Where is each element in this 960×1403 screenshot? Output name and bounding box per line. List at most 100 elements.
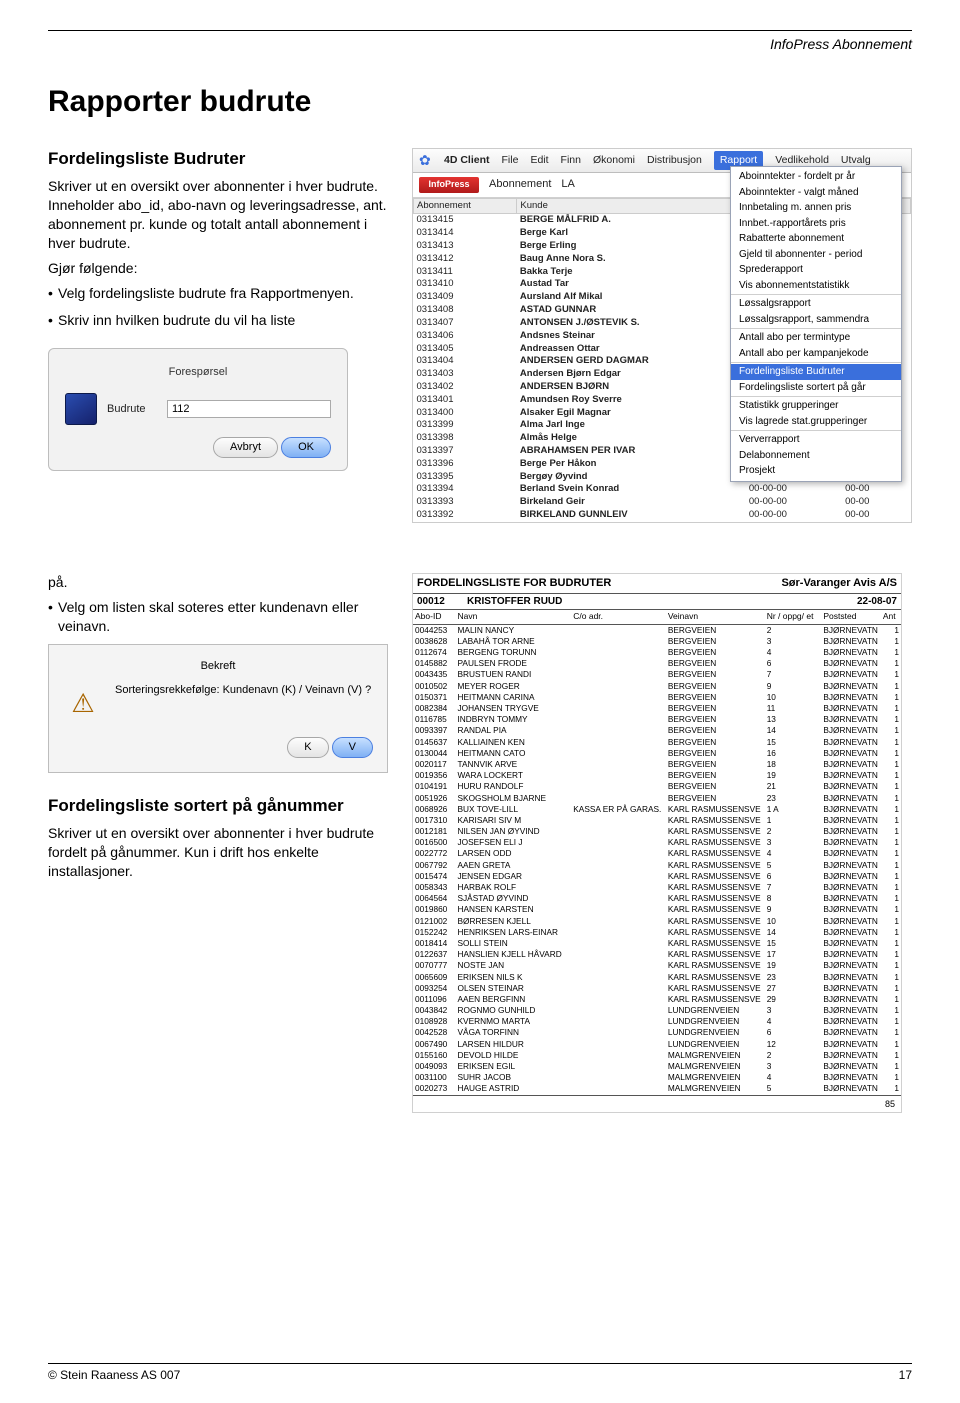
cancel-button[interactable]: Avbryt: [213, 437, 278, 458]
page-footer: © Stein Raaness AS 007 17: [48, 1363, 912, 1383]
column-header[interactable]: Abonnement: [414, 198, 517, 214]
confirm-dialog: Bekreft ⚠ Sorteringsrekkefølge: Kundenav…: [48, 644, 388, 774]
table-row: 0058343HARBAK ROLFKARL RASMUSSENSVE7BJØR…: [413, 882, 901, 893]
column-header[interactable]: Kunde: [517, 198, 746, 214]
list-item: Velg fordelingsliste budrute fra Rapport…: [48, 284, 394, 303]
table-row: 0043435BRUSTUEN RANDIBERGVEIEN7BJØRNEVAT…: [413, 669, 901, 680]
table-row: 0044253MALIN NANCYBERGVEIEN2BJØRNEVATN1: [413, 624, 901, 636]
table-row: 0068926BUX TOVE-LILLKASSA ER PÅ GARAS.KA…: [413, 804, 901, 815]
table-row: 0043842ROGNMO GUNHILDLUNDGRENVEIEN3BJØRN…: [413, 1005, 901, 1016]
budrute-input[interactable]: [167, 400, 331, 418]
table-row: 0020117TANNVIK ARVEBERGVEIEN18BJØRNEVATN…: [413, 759, 901, 770]
menu-item[interactable]: Statistikk grupperinger: [731, 398, 901, 414]
table-row: 0038628LABAHÅ TOR ARNEBERGVEIEN3BJØRNEVA…: [413, 636, 901, 647]
rapport-menu-dropdown[interactable]: Aboinntekter - fordelt pr årAboinntekter…: [730, 166, 902, 482]
table-row: 0020273HAUGE ASTRIDMALMGRENVEIEN5BJØRNEV…: [413, 1083, 901, 1094]
table-row: 0112674BERGENG TORUNNBERGVEIEN4BJØRNEVAT…: [413, 647, 901, 658]
table-row: 0022772LARSEN ODDKARL RASMUSSENSVE4BJØRN…: [413, 848, 901, 859]
menu-item[interactable]: Edit: [530, 153, 548, 167]
menu-separator: [731, 294, 901, 295]
query-dialog: Forespørsel Budrute Avbryt OK: [48, 348, 348, 472]
column-header: Ant: [881, 610, 901, 624]
menu-separator: [731, 396, 901, 397]
list-item: Velg om listen skal soteres etter kunde­…: [48, 598, 394, 636]
table-row: 0017310KARISARI SIV MKARL RASMUSSENSVE1B…: [413, 815, 901, 826]
table-row: 0108928KVERNMO MARTALUNDGRENVEIEN4BJØRNE…: [413, 1016, 901, 1027]
table-row: 0116785INDBRYN TOMMYBERGVEIEN13BJØRNEVAT…: [413, 714, 901, 725]
menu-item[interactable]: Ververrapport: [731, 432, 901, 448]
footer-copyright: © Stein Raaness AS 007: [48, 1367, 180, 1383]
table-row: 0051926SKOGSHOLM BJARNEBERGVEIEN23BJØRNE…: [413, 793, 901, 804]
table-row: 0067490LARSEN HILDURLUNDGRENVEIEN12BJØRN…: [413, 1039, 901, 1050]
table-row: 0122637HANSLIEN KJELL HÅVARDKARL RASMUSS…: [413, 949, 901, 960]
infopress-logo: InfoPress: [419, 177, 479, 193]
body-text: på.: [48, 573, 394, 592]
k-button[interactable]: K: [287, 737, 328, 758]
apple-icon: ✿: [419, 154, 432, 167]
column-header: Nr / oppg/ et: [765, 610, 822, 624]
report-org: Sør-Varanger Avis A/S: [781, 576, 897, 591]
table-row: 0031100SUHR JACOBMALMGRENVEIEN4BJØRNEVAT…: [413, 1072, 901, 1083]
menu-item[interactable]: Sprederapport: [731, 262, 901, 278]
table-row: 0018414SOLLI STEINKARL RASMUSSENSVE15BJØ…: [413, 938, 901, 949]
report-total: 85: [413, 1095, 901, 1112]
menu-item[interactable]: Løssalgsrapport, sammendra: [731, 312, 901, 328]
table-row: 0093397RANDAL PIABERGVEIEN14BJØRNEVATN1: [413, 725, 901, 736]
report-date: 22-08-07: [857, 595, 897, 609]
menu-item[interactable]: Vis abonnementstatistikk: [731, 278, 901, 294]
table-row: 0145637KALLIAINEN KENBERGVEIEN15BJØRNEVA…: [413, 737, 901, 748]
dialog-title: Bekreft: [63, 659, 373, 674]
menu-item[interactable]: 4D Client: [444, 153, 490, 167]
menu-item[interactable]: Fordelingsliste sortert på går: [731, 380, 901, 396]
table-row: 0130044HEITMANN CATOBERGVEIEN16BJØRNEVAT…: [413, 748, 901, 759]
menu-item[interactable]: Gjeld til abonnenter - period: [731, 247, 901, 263]
table-row: 0010502MEYER ROGERBERGVEIEN9BJØRNEVATN1: [413, 681, 901, 692]
table-row: 0082384JOHANSEN TRYGVEBERGVEIEN11BJØRNEV…: [413, 703, 901, 714]
menu-item[interactable]: Fordelingsliste Budruter: [731, 364, 901, 380]
column-header: Veinavn: [666, 610, 765, 624]
menu-item[interactable]: Distribusjon: [647, 153, 702, 167]
body-text: Skriver ut en oversikt over abonnenter i…: [48, 177, 394, 253]
section-heading: Fordelingsliste Budruter: [48, 148, 394, 171]
column-header: C/o adr.: [571, 610, 666, 624]
table-row: 0070777NOSTE JANKARL RASMUSSENSVE19BJØRN…: [413, 960, 901, 971]
menu-item[interactable]: Innbet.-rapportårets pris: [731, 216, 901, 232]
menu-item[interactable]: Antall abo per kampanjekode: [731, 346, 901, 362]
table-row: 0012181NILSEN JAN ØYVINDKARL RASMUSSENSV…: [413, 826, 901, 837]
table-row: 0152242HENRIKSEN LARS-EINARKARL RASMUSSE…: [413, 927, 901, 938]
field-label: Budrute: [107, 402, 157, 417]
ok-button[interactable]: OK: [281, 437, 331, 458]
menu-item[interactable]: Antall abo per termintype: [731, 330, 901, 346]
table-row[interactable]: 0313393Birkeland Geir00-00-0000-00: [414, 496, 911, 509]
menu-item[interactable]: Økonomi: [593, 153, 635, 167]
title-sub-2: LA: [561, 177, 574, 192]
menu-item[interactable]: Løssalgsrapport: [731, 296, 901, 312]
menu-item[interactable]: Vis lagrede stat.grupperinger: [731, 414, 901, 430]
menu-item[interactable]: Rabatterte abonnement: [731, 231, 901, 247]
menu-separator: [731, 362, 901, 363]
report-route-id: 00012: [417, 595, 467, 609]
menu-item[interactable]: Aboinntekter - fordelt pr år: [731, 169, 901, 185]
v-button[interactable]: V: [332, 737, 373, 758]
menu-item[interactable]: Aboinntekter - valgt måned: [731, 185, 901, 201]
table-row: 0093254OLSEN STEINARKARL RASMUSSENSVE27B…: [413, 983, 901, 994]
table-row: 0104191HURU RANDOLFBERGVEIEN21BJØRNEVATN…: [413, 781, 901, 792]
table-row: 0155160DEVOLD HILDEMALMGRENVEIEN2BJØRNEV…: [413, 1050, 901, 1061]
menu-separator: [731, 430, 901, 431]
table-row: 0067792AAEN GRETAKARL RASMUSSENSVE5BJØRN…: [413, 860, 901, 871]
menu-item[interactable]: File: [502, 153, 519, 167]
table-row: 0011096AAEN BERGFINNKARL RASMUSSENSVE29B…: [413, 994, 901, 1005]
running-header: InfoPress Abonnement: [48, 35, 912, 54]
top-divider: [48, 30, 912, 31]
menu-item[interactable]: Innbetaling m. annen pris: [731, 200, 901, 216]
table-row: 0019356WARA LOCKERTBERGVEIEN19BJØRNEVATN…: [413, 770, 901, 781]
table-row[interactable]: 0313392BIRKELAND GUNNLEIV00-00-0000-00: [414, 509, 911, 522]
section-heading: Fordelingsliste sortert på gånummer: [48, 795, 394, 818]
table-row: 0015474JENSEN EDGARKARL RASMUSSENSVE6BJØ…: [413, 871, 901, 882]
table-row: 0019860HANSEN KARSTENKARL RASMUSSENSVE9B…: [413, 904, 901, 915]
menu-item[interactable]: Prosjekt: [731, 463, 901, 479]
table-row[interactable]: 0313394Berland Svein Konrad00-00-0000-00: [414, 483, 911, 496]
list-item: Skriv inn hvilken budrute du vil ha list…: [48, 311, 394, 330]
menu-item[interactable]: Delabonnement: [731, 448, 901, 464]
menu-item[interactable]: Finn: [561, 153, 581, 167]
